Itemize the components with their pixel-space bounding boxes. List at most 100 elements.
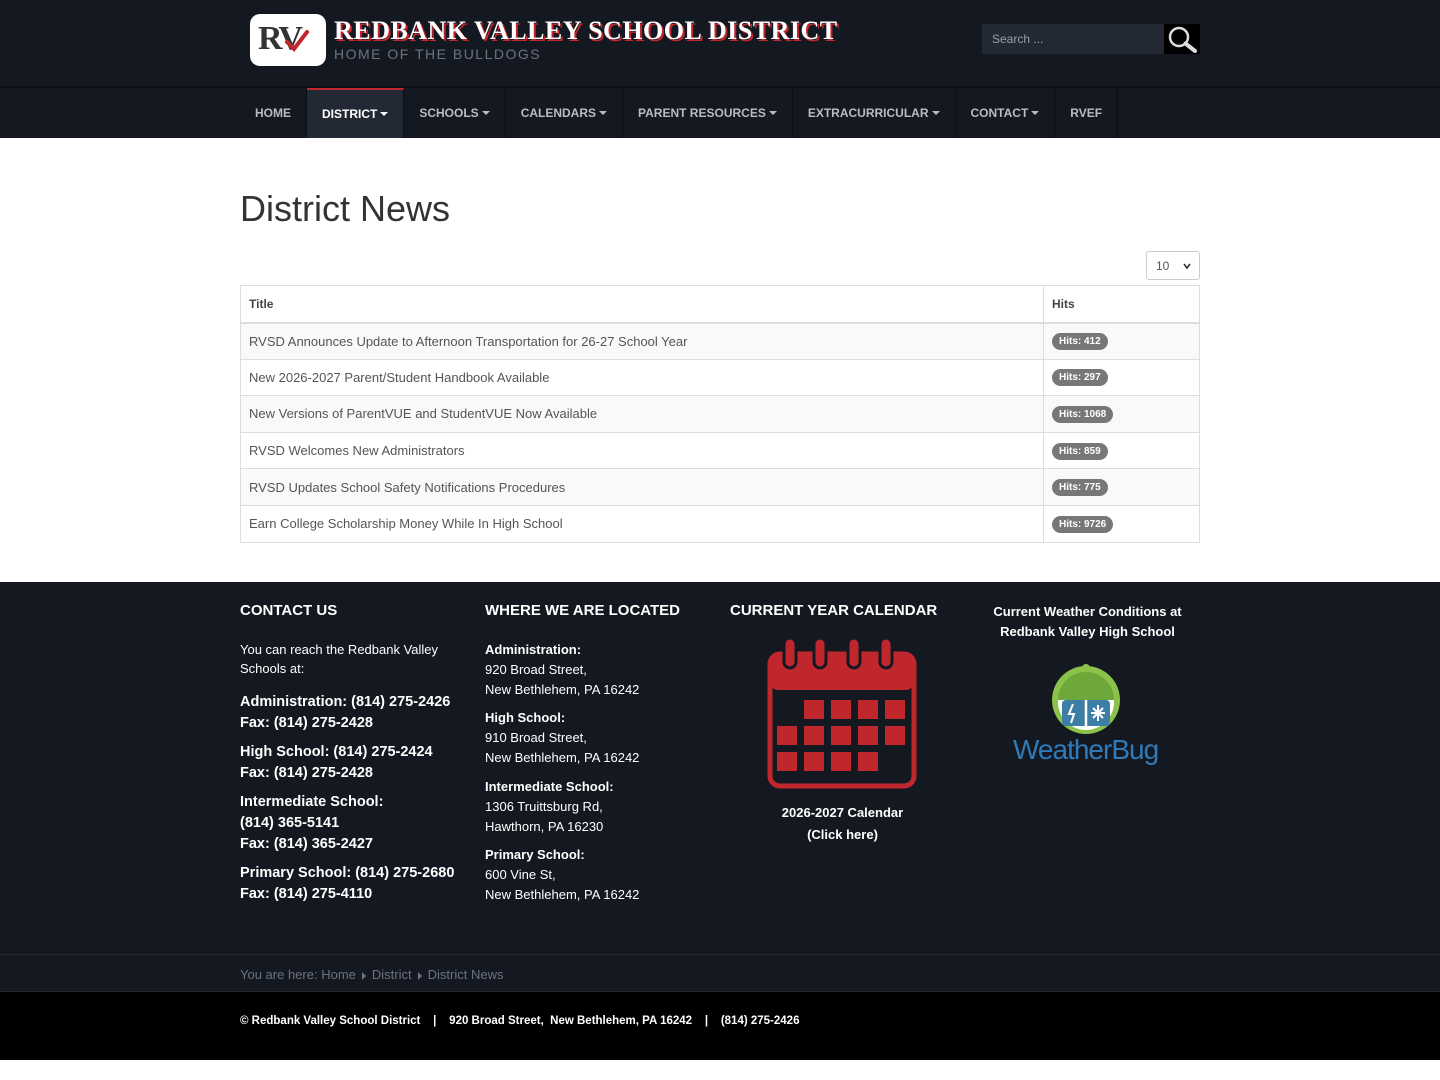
article-title-link[interactable]: RVSD Welcomes New Administrators: [240, 431, 1044, 470]
nav-item-extracurricular[interactable]: EXTRACURRICULAR: [793, 88, 956, 138]
contact-line: High School: (814) 275-2424: [240, 744, 433, 760]
contact-line: Fax: (814) 365-2427: [240, 836, 373, 852]
breadcrumb-prefix: You are here:: [240, 967, 318, 982]
contact-heading: CONTACT US: [240, 602, 338, 619]
site-footer: CONTACT US You can reach the Redbank Val…: [0, 582, 1440, 954]
breadcrumb: You are here: Home District District News: [240, 967, 503, 982]
site-header: RV REDBANK VALLEY SCHOOL DISTRICT HOME O…: [0, 0, 1440, 86]
locations-heading: WHERE WE ARE LOCATED: [485, 602, 680, 619]
contact-line: Fax: (814) 275-2428: [240, 715, 373, 731]
copyright-text: © Redbank Valley School District | 920 B…: [240, 1015, 800, 1027]
nav-item-rvef[interactable]: RVEF: [1055, 88, 1119, 138]
article-title-link[interactable]: RVSD Announces Update to Afternoon Trans…: [240, 322, 1044, 360]
location-street: 910 Broad Street,: [485, 730, 587, 745]
search-button[interactable]: [1164, 24, 1200, 54]
article-title-link[interactable]: New 2026-2027 Parent/Student Handbook Av…: [240, 358, 1044, 397]
search-input[interactable]: [982, 24, 1164, 54]
table-row: Earn College Scholarship Money While In …: [240, 504, 1200, 543]
contact-line: Fax: (814) 275-4110: [240, 886, 373, 902]
nav-item-calendars[interactable]: CALENDARS: [506, 88, 624, 138]
weatherbug-logo-icon[interactable]: [1049, 660, 1123, 736]
article-title-link[interactable]: Earn College Scholarship Money While In …: [240, 504, 1044, 543]
list-limit-select[interactable]: 10: [1146, 251, 1200, 280]
contact-line: Intermediate School:: [240, 794, 384, 810]
calendar-caption-line2: (Click here): [807, 827, 878, 842]
location-name: Primary School:: [485, 847, 585, 862]
list-limit-value: 10: [1156, 258, 1170, 273]
nav-items: HOME DISTRICT SCHOOLS CALENDARS PARENT RESOU…: [240, 88, 1119, 138]
caret-down-icon: [931, 111, 940, 115]
nav-item-label: DISTRICT: [322, 107, 378, 121]
contact-phone-block: Intermediate School: (814) 365-5141 Fax: (…: [240, 792, 383, 855]
location-city: New Bethlehem, PA 16242: [485, 887, 640, 902]
hits-badge: Hits: 1068: [1052, 405, 1114, 423]
location-city: New Bethlehem, PA 16242: [485, 750, 640, 765]
breadcrumb-item[interactable]: District: [372, 967, 412, 982]
contact-intro: You can reach the Redbank Valley Schools…: [240, 642, 439, 676]
column-header-title[interactable]: Title: [240, 285, 1044, 324]
hits-cell: Hits: 859: [1043, 431, 1200, 470]
table-row: New Versions of ParentVUE and StudentVUE…: [240, 395, 1200, 433]
nav-item-parent-resources[interactable]: PARENT RESOURCES: [623, 88, 793, 138]
page-title: District News: [240, 188, 451, 229]
nav-item-label: SCHOOLS: [419, 106, 479, 120]
calendar-caption-line1: 2026-2027 Calendar: [781, 805, 904, 820]
contact-phone-block: High School: (814) 275-2424 Fax: (814) 27…: [240, 742, 433, 784]
breadcrumb-item: District News: [427, 967, 504, 982]
district-logo[interactable]: RV: [250, 14, 326, 66]
nav-item-label: CALENDARS: [520, 106, 597, 120]
weatherbug-brand[interactable]: WeatherBug: [1013, 734, 1159, 766]
nav-item-district[interactable]: DISTRICT: [307, 88, 405, 138]
location-name: Intermediate School:: [485, 779, 614, 794]
hits-cell: Hits: 9726: [1043, 504, 1200, 543]
column-header-hits[interactable]: Hits: [1043, 285, 1200, 324]
caret-down-icon: [599, 111, 608, 115]
table-header-row: Title Hits: [240, 285, 1200, 324]
location-address: High School: 910 Broad Street, New Bethleh…: [485, 708, 639, 768]
calendar-icon[interactable]: [766, 638, 918, 792]
contact-phone-block: Administration: (814) 275-2426 Fax: (814)…: [240, 692, 450, 734]
chevron-down-icon: [1183, 263, 1191, 270]
nav-item-label: PARENT RESOURCES: [638, 106, 766, 120]
location-address: Primary School: 600 Vine St, New Bethlehem…: [485, 845, 639, 905]
location-address: Intermediate School: 1306 Truittsburg Rd,…: [485, 777, 614, 837]
weather-title: Current Weather Conditions at Redbank Va…: [993, 604, 1182, 639]
nav-item-label: EXTRACURRICULAR: [807, 106, 929, 120]
nav-item-contact[interactable]: CONTACT: [956, 88, 1056, 138]
table-row: New 2026-2027 Parent/Student Handbook Av…: [240, 358, 1200, 397]
hits-badge: Hits: 775: [1052, 479, 1108, 497]
nav-item-label: CONTACT: [970, 106, 1029, 120]
search-icon: [1168, 26, 1197, 53]
hits-badge: Hits: 412: [1052, 333, 1108, 351]
calendar-heading: CURRENT YEAR CALENDAR: [730, 602, 938, 619]
location-street: 1306 Truittsburg Rd,: [485, 799, 603, 814]
checkmark-icon: [285, 30, 309, 53]
breadcrumb-bar: You are here: Home District District News: [0, 954, 1440, 992]
table-row: RVSD Updates School Safety Notifications…: [240, 468, 1200, 506]
caret-down-icon: [380, 112, 389, 116]
hits-cell: Hits: 297: [1043, 358, 1200, 397]
nav-item-schools[interactable]: SCHOOLS: [404, 88, 506, 138]
caret-down-icon: [768, 111, 777, 115]
hits-cell: Hits: 412: [1043, 322, 1200, 360]
table-row: RVSD Announces Update to Afternoon Trans…: [240, 322, 1200, 360]
hits-badge: Hits: 859: [1052, 442, 1108, 460]
breadcrumb-item[interactable]: Home: [321, 967, 356, 982]
news-table: Title Hits RVSD Announces Update to Afte…: [240, 285, 1200, 543]
contact-line: (814) 365-5141: [240, 815, 340, 831]
contact-phone-block: Primary School: (814) 275-2680 Fax: (814)…: [240, 863, 454, 905]
location-name: High School:: [485, 710, 566, 725]
calendar-link[interactable]: 2026-2027 Calendar (Click here): [730, 802, 955, 846]
article-title-link[interactable]: New Versions of ParentVUE and StudentVUE…: [240, 395, 1044, 433]
table-row: RVSD Welcomes New Administrators Hits: 85…: [240, 431, 1200, 470]
hits-badge: Hits: 9726: [1052, 515, 1114, 533]
location-city: Hawthorn, PA 16230: [485, 819, 604, 834]
location-street: 600 Vine St,: [485, 867, 556, 882]
location-street: 920 Broad Street,: [485, 662, 587, 677]
site-title[interactable]: REDBANK VALLEY SCHOOL DISTRICT: [334, 16, 838, 46]
nav-item-home[interactable]: HOME: [240, 88, 307, 138]
location-name: Administration:: [485, 642, 582, 657]
nav-item-label: RVEF: [1070, 106, 1103, 120]
article-title-link[interactable]: RVSD Updates School Safety Notifications…: [240, 468, 1044, 506]
contact-line: Fax: (814) 275-2428: [240, 765, 373, 781]
